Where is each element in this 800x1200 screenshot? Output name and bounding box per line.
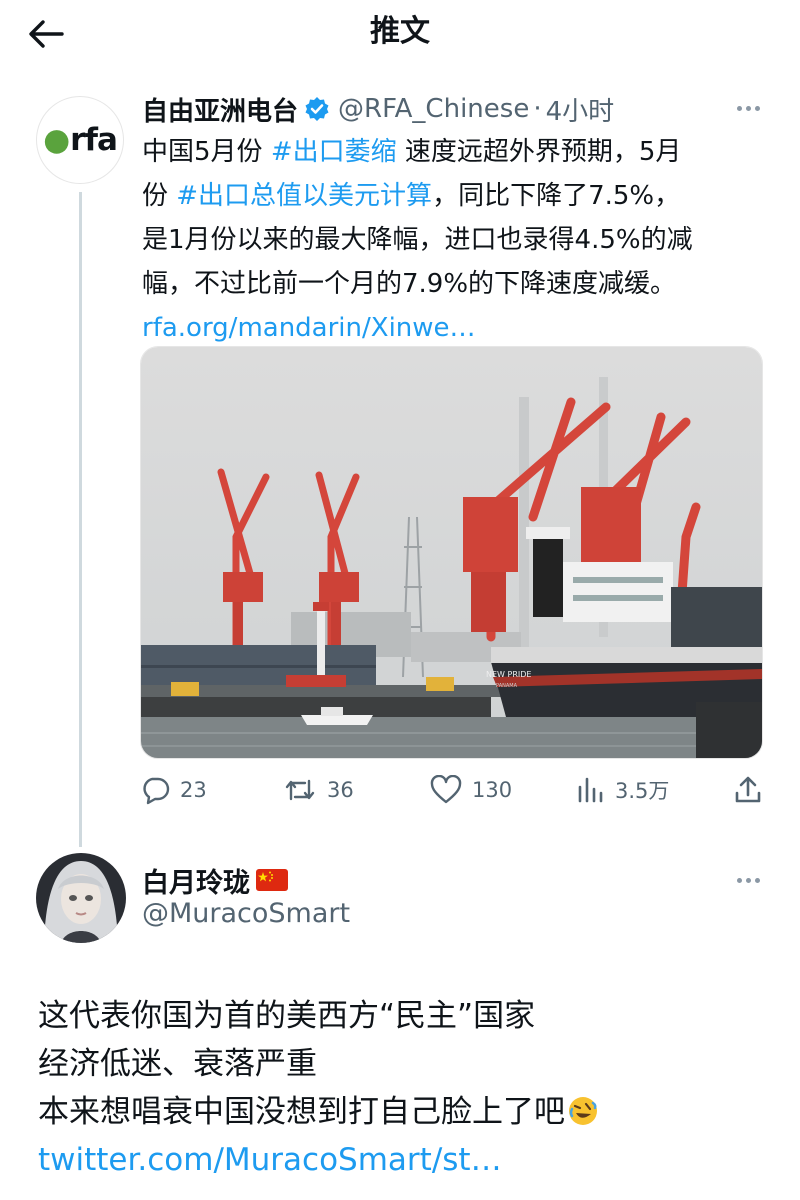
tweet2-text: 这代表你国为首的美西方“民主”国家 经济低迷、衰落严重 本来想唱衰中国没想到打自… [38, 992, 778, 1184]
heart-icon [430, 775, 462, 804]
like-count: 130 [472, 778, 513, 802]
tweet1-text-segment: 份 [142, 181, 177, 211]
tweet1-text-segment: 中国5月份 [142, 137, 271, 167]
like-button[interactable]: 130 [430, 770, 512, 810]
views-chart-icon [578, 777, 603, 803]
tweet1-text-segment: 速度远超外界预期，5月 [396, 137, 682, 167]
tweet1-text-segment: 是1月份以来的最大降幅，进口也录得4.5%的减 [142, 225, 693, 255]
tweet2-handle[interactable]: @MuracoSmart [142, 898, 350, 929]
retweet-button[interactable]: 36 [283, 770, 354, 810]
tweet1-media-image[interactable]: NEW PRIDE PANAMA [140, 346, 763, 759]
tweet1-more-button[interactable] [730, 96, 766, 120]
share-button[interactable] [734, 770, 762, 810]
tweet2-author-name[interactable]: 白月玲珑 [142, 861, 250, 900]
tweet2-more-button[interactable] [730, 868, 766, 892]
port-photo: NEW PRIDE PANAMA [141, 347, 762, 758]
more-dot-icon [736, 877, 742, 883]
reply-count: 23 [180, 778, 207, 802]
tweet1-author-name[interactable]: 自由亚洲电台 [142, 91, 298, 128]
avatar-portrait [36, 853, 126, 943]
tweet1-separator: · [533, 94, 542, 124]
tweet2-text-line: 本来想唱衰中国没想到打自己脸上了吧 [38, 1094, 565, 1130]
tweet1-timestamp[interactable]: 4小时 [546, 91, 615, 128]
avatar-murasmart[interactable] [36, 853, 126, 943]
more-dot-icon [745, 105, 751, 111]
tweet1-text-segment: 幅，不过比前一个月的7.9%的下降速度减缓。 [142, 269, 677, 299]
reply-icon [143, 777, 170, 805]
tweet1-link[interactable]: rfa.org/mandarin/Xinwe… [142, 306, 772, 350]
tweet1-handle[interactable]: @RFA_Chinese [338, 94, 529, 124]
more-dot-icon [745, 877, 751, 883]
hashtag-link[interactable]: #出口萎缩 [271, 137, 397, 167]
tweet1-action-bar: 23 36 130 3.5万 [140, 770, 765, 810]
tweet1-header: 自由亚洲电台 @RFA_Chinese · 4小时 [142, 90, 614, 128]
more-dot-icon [736, 105, 742, 111]
retweet-icon [285, 779, 315, 801]
view-count: 3.5万 [615, 779, 670, 803]
ship-port-text: PANAMA [496, 683, 518, 689]
reply-button[interactable]: 23 [140, 770, 207, 810]
top-bar: 推文 [0, 0, 800, 70]
rfa-logo-dot-icon: ● [43, 122, 71, 158]
hashtag-link[interactable]: #出口总值以美元计算 [176, 181, 432, 211]
thread-line [79, 192, 82, 847]
tweet2-text-line: 经济低迷、衰落严重 [38, 1046, 317, 1082]
share-icon [735, 776, 761, 803]
page-title: 推文 [370, 14, 430, 49]
tweet2-link[interactable]: twitter.com/MuracoSmart/st… [38, 1136, 778, 1184]
tweet1-text-segment: ，同比下降了7.5%， [432, 181, 681, 211]
tweet1-text: 中国5月份 #出口萎缩 速度远超外界预期，5月 份 #出口总值以美元计算，同比下… [142, 130, 772, 350]
china-flag-icon [256, 869, 288, 891]
tweet2-text-line: 这代表你国为首的美西方“民主”国家 [38, 998, 536, 1034]
more-dot-icon [754, 877, 760, 883]
avatar-logo-text: rfa [70, 122, 118, 158]
verified-badge-icon [304, 96, 330, 122]
ship-name-text: NEW PRIDE [486, 670, 531, 679]
more-dot-icon [754, 105, 760, 111]
retweet-count: 36 [327, 778, 354, 802]
tweet2-header: 白月玲珑 [142, 860, 288, 900]
views-button[interactable]: 3.5万 [577, 770, 669, 810]
avatar-rfa[interactable]: ● rfa [36, 96, 124, 184]
rolling-laughing-emoji-icon [567, 1095, 599, 1127]
